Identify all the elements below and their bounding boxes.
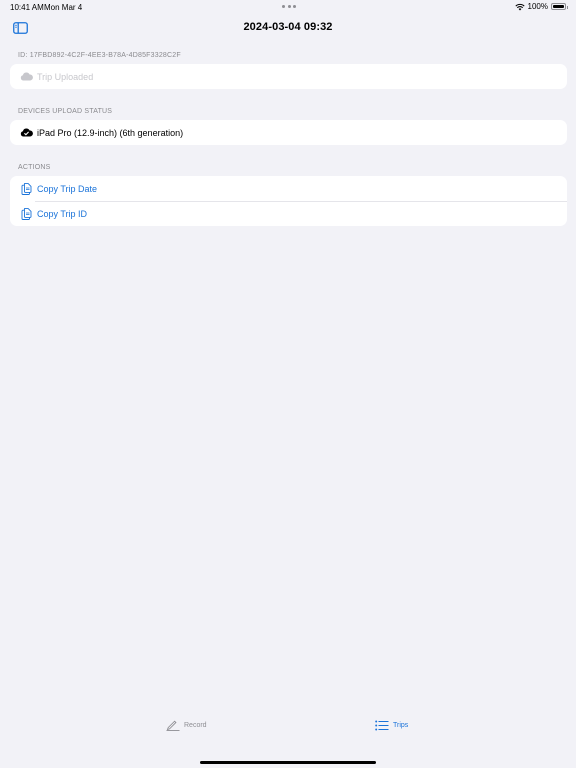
- tab-trips[interactable]: Trips: [375, 720, 408, 731]
- tab-record[interactable]: Record: [166, 720, 207, 731]
- trip-detail-screen: 10:41 AM Mon Mar 4 100% 2024-03-04 09:32…: [0, 0, 576, 768]
- navigation-bar: 2024-03-04 09:32: [0, 14, 576, 44]
- devices-group: iPad Pro (12.9-inch) (6th generation): [10, 120, 567, 145]
- tab-trips-label: Trips: [393, 722, 409, 729]
- status-time: 10:41 AM: [10, 3, 44, 12]
- tab-record-label: Record: [184, 722, 207, 729]
- copy-icon: [19, 207, 33, 220]
- status-bar: 10:41 AM Mon Mar 4 100%: [0, 0, 576, 14]
- battery-icon: [551, 3, 568, 10]
- home-indicator[interactable]: [200, 761, 376, 764]
- pencil-icon: [166, 720, 180, 731]
- copy-trip-date-label: Copy Trip Date: [37, 183, 98, 194]
- status-date: Mon Mar 4: [44, 3, 83, 12]
- cloud-icon: [19, 71, 33, 83]
- trip-status-row: Trip Uploaded: [10, 64, 567, 89]
- device-label: iPad Pro (12.9-inch) (6th generation): [37, 127, 184, 138]
- tab-bar: Record Trips: [0, 720, 576, 768]
- trip-status-group: Trip Uploaded: [10, 64, 567, 89]
- wifi-icon: [514, 3, 525, 10]
- copy-trip-date-button[interactable]: Copy Trip Date: [10, 176, 567, 201]
- devices-section-header: DEVICES UPLOAD STATUS: [18, 108, 113, 115]
- trip-id-label: ID: 17FBD892-4C2F-4EE3-B78A-4D85F3328C2F: [18, 52, 181, 59]
- cloud-check-icon: [19, 127, 33, 139]
- device-row: iPad Pro (12.9-inch) (6th generation): [10, 120, 567, 145]
- copy-icon: [19, 182, 33, 195]
- trip-status-text: Trip Uploaded: [37, 71, 94, 82]
- copy-trip-id-label: Copy Trip ID: [37, 208, 88, 219]
- copy-trip-id-button[interactable]: Copy Trip ID: [10, 201, 567, 226]
- actions-section-header: ACTIONS: [18, 164, 51, 171]
- battery-fill: [553, 5, 564, 8]
- list-icon: [375, 720, 389, 731]
- battery-percent: 100%: [527, 2, 548, 11]
- page-title: 2024-03-04 09:32: [243, 21, 333, 33]
- status-right: 100%: [514, 2, 568, 11]
- actions-group: Copy Trip Date Copy Trip ID: [10, 176, 567, 226]
- multitasking-dots-icon[interactable]: [282, 5, 296, 8]
